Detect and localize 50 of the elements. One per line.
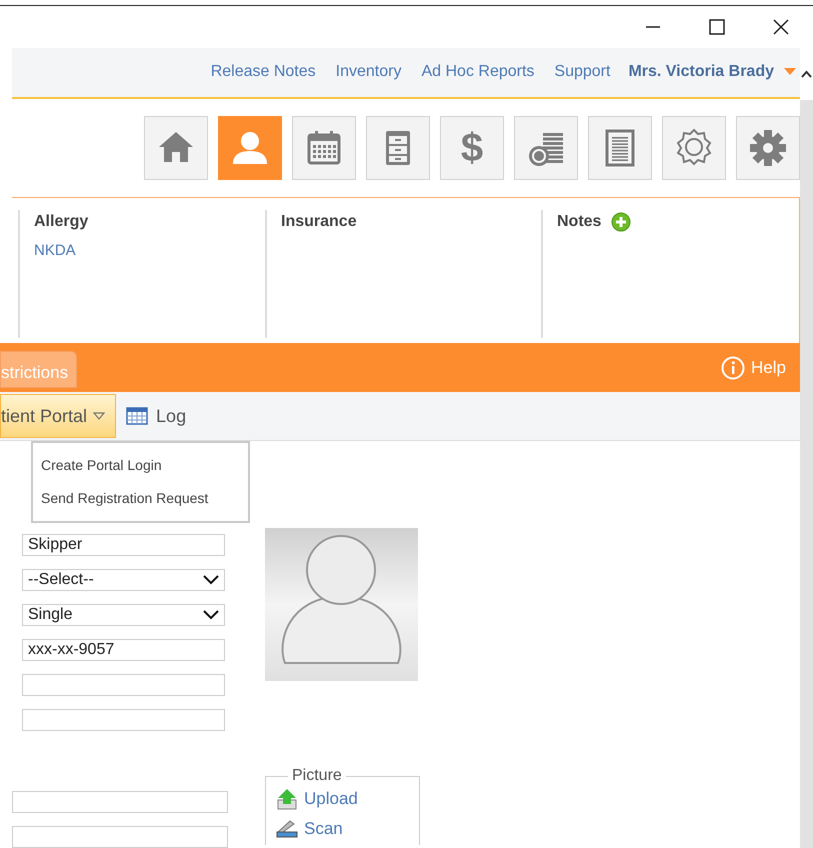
section-heading: Allergy (34, 212, 88, 232)
toolbar-button[interactable] (218, 116, 282, 180)
chevron-icon (203, 610, 219, 620)
text-field[interactable] (12, 791, 228, 813)
toolbar-button[interactable] (292, 116, 356, 180)
settings-icon (748, 128, 788, 168)
scrollbar[interactable] (800, 48, 813, 848)
text-field[interactable] (22, 709, 225, 731)
nav-link[interactable]: Ad Hoc Reports (421, 60, 534, 84)
toolbar-button[interactable] (588, 116, 652, 180)
chevron-icon (203, 575, 219, 585)
help-button[interactable]: Help (715, 354, 800, 382)
text-field[interactable]: Skipper (22, 534, 225, 556)
picture-group: Picture Upload Scan (265, 766, 420, 845)
add-icon[interactable] (611, 212, 632, 232)
patient-portal-button[interactable]: tient Portal (0, 394, 116, 438)
text-field[interactable] (22, 674, 225, 696)
maximize-icon (709, 19, 725, 35)
upload-link[interactable]: Upload (276, 786, 409, 812)
user-menu[interactable]: Mrs. Victoria Brady (628, 60, 774, 84)
scroll-up-icon[interactable] (801, 70, 812, 78)
text-field[interactable] (12, 826, 228, 848)
nav-link[interactable]: Support (554, 60, 610, 84)
info-icon (721, 356, 746, 380)
upload-icon (276, 788, 298, 810)
scan-link[interactable]: Scan (276, 816, 409, 841)
caret-icon (93, 412, 106, 420)
award-icon (674, 128, 714, 168)
nav-link[interactable]: Inventory (336, 60, 402, 84)
toolbar-button[interactable] (662, 116, 726, 180)
toolbar-button[interactable]: $ (440, 116, 504, 180)
close-icon (773, 19, 789, 35)
scanner-icon (276, 818, 298, 838)
menu-item[interactable]: Send Registration Request (33, 482, 248, 515)
select-field[interactable]: Single (22, 604, 225, 626)
log-button[interactable]: Log (126, 402, 186, 430)
select-field[interactable]: --Select-- (22, 569, 225, 591)
minimize-icon (645, 26, 661, 28)
toolbar-button[interactable] (366, 116, 430, 180)
text-field[interactable]: xxx-xx-9057 (22, 639, 225, 661)
menu-item[interactable]: Create Portal Login (33, 449, 248, 482)
toolbar-button[interactable] (736, 116, 800, 180)
table-icon (126, 407, 148, 426)
nav-link[interactable]: Release Notes (210, 60, 316, 84)
toolbar-button[interactable] (514, 116, 578, 180)
caret-icon[interactable] (784, 68, 796, 76)
section-heading: Notes (557, 212, 602, 232)
section-heading: Insurance (281, 212, 357, 232)
allergy-value[interactable]: NKDA (34, 240, 76, 262)
toolbar-button[interactable] (144, 116, 208, 180)
